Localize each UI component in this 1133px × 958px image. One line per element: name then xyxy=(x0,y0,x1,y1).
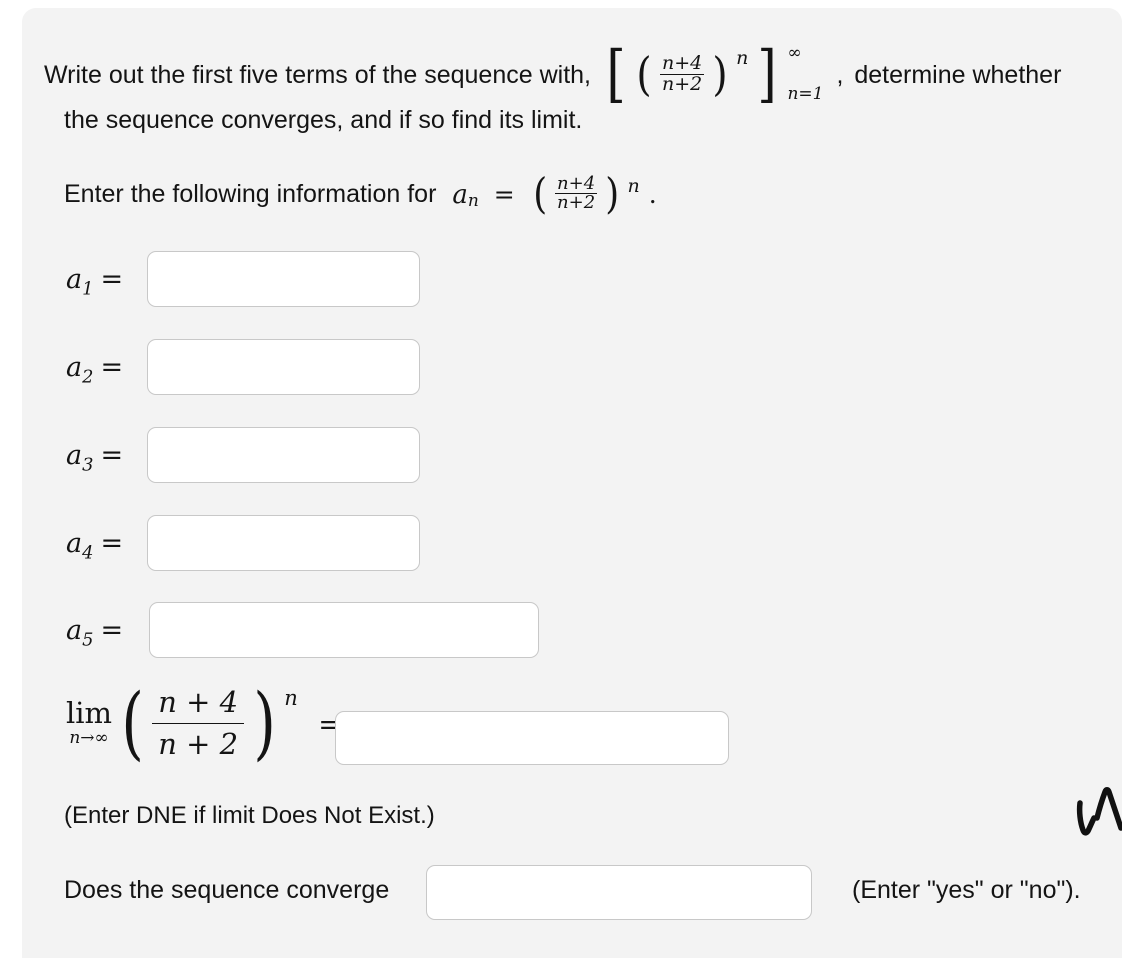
sequence-expression: [ ( n+4 n+2 ) n ] ∞ n=1 xyxy=(604,36,823,110)
a5-symbol: a xyxy=(66,615,83,646)
annotation-icon xyxy=(1076,787,1122,836)
problem-statement-line-1: Write out the first five terms of the se… xyxy=(44,36,1122,110)
a3-input[interactable] xyxy=(147,427,420,483)
instruction-line: Enter the following information for an =… xyxy=(64,168,1064,224)
a2-index: 2 xyxy=(82,366,94,388)
a3-index: 3 xyxy=(82,454,94,476)
limit-fraction: n + 4 n + 2 xyxy=(152,684,245,763)
an-period: . xyxy=(648,180,657,210)
an-open-paren: ( xyxy=(532,168,547,218)
lower-limit: n=1 xyxy=(787,84,824,104)
an-numerator: n+4 xyxy=(557,173,596,194)
open-bracket: [ xyxy=(606,36,626,110)
answer-row-a4: a4 = xyxy=(22,515,1122,571)
answer-row-a5: a5 = xyxy=(22,602,1122,658)
sequence-limits: ∞ n=1 xyxy=(787,45,823,103)
lim-text: lim xyxy=(66,696,113,731)
lim-under: n→∞ xyxy=(69,728,109,749)
answer-row-a3: a3 = xyxy=(22,427,1122,483)
dne-note: (Enter DNE if limit Does Not Exist.) xyxy=(64,802,435,829)
a5-input[interactable] xyxy=(149,602,539,658)
a4-symbol: a xyxy=(66,528,83,559)
answer-row-a1: a1 = xyxy=(22,251,1122,307)
a2-equals: = xyxy=(100,352,124,383)
an-equals: = xyxy=(493,180,515,210)
limit-open-paren: ( xyxy=(120,676,144,770)
a1-equals: = xyxy=(100,264,124,295)
fraction-numerator: n+4 xyxy=(662,52,703,75)
open-paren: ( xyxy=(636,46,652,101)
instruction-prefix: Enter the following information for xyxy=(64,180,437,209)
problem-statement-line-2: the sequence converges, and if so find i… xyxy=(64,106,583,134)
limit-expression-row: lim n→∞ ( n + 4 n + 2 ) n = xyxy=(66,676,356,770)
a4-input[interactable] xyxy=(147,515,420,571)
a2-symbol: a xyxy=(66,352,83,383)
answer-label-a2: a2 = xyxy=(66,352,123,387)
limit-close-paren: ) xyxy=(252,676,276,770)
a4-index: 4 xyxy=(82,542,94,564)
an-fraction: n+4 n+2 xyxy=(555,173,598,214)
answer-label-a1: a1 = xyxy=(66,264,123,299)
a3-symbol: a xyxy=(66,440,83,471)
exercise-content: Write out the first five terms of the se… xyxy=(22,8,1122,958)
an-close-paren: ) xyxy=(605,168,620,218)
upper-limit: ∞ xyxy=(787,43,802,63)
a5-index: 5 xyxy=(82,629,94,651)
answer-label-a5: a5 = xyxy=(66,615,123,650)
statement-text-part-2: determine whether xyxy=(854,60,1062,89)
yes-no-hint: (Enter "yes" or "no"). xyxy=(852,876,1081,904)
an-symbol: a xyxy=(452,179,468,210)
an-exponent: n xyxy=(627,175,640,197)
a1-input[interactable] xyxy=(147,251,420,307)
limit-operator: lim n→∞ xyxy=(66,699,112,748)
statement-text-part-1: Write out the first five terms of the se… xyxy=(44,60,591,89)
statement-comma: , xyxy=(836,60,844,89)
limit-exponent: n xyxy=(284,686,298,710)
a1-symbol: a xyxy=(66,264,83,295)
a3-equals: = xyxy=(100,440,124,471)
limit-numerator: n + 4 xyxy=(158,685,239,719)
converge-question-label: Does the sequence converge xyxy=(64,876,390,904)
an-denominator: n+2 xyxy=(555,192,598,214)
sequence-exponent: n xyxy=(736,47,749,69)
answer-label-a4: a4 = xyxy=(66,528,123,563)
converge-answer-input[interactable] xyxy=(426,865,812,920)
limit-answer-input[interactable] xyxy=(335,711,729,765)
a1-index: 1 xyxy=(82,278,94,300)
close-paren: ) xyxy=(712,46,728,101)
sequence-fraction: n+4 n+2 xyxy=(660,52,705,95)
hand-drawn-check-mark-annotation xyxy=(1058,776,1122,856)
answer-label-a3: a3 = xyxy=(66,440,123,475)
fraction-denominator: n+2 xyxy=(660,72,705,95)
close-bracket: ] xyxy=(757,36,778,110)
a4-equals: = xyxy=(100,528,124,559)
an-subscript: n xyxy=(467,191,479,212)
a5-equals: = xyxy=(100,615,124,646)
answer-row-a2: a2 = xyxy=(22,339,1122,395)
exercise-card: Write out the first five terms of the se… xyxy=(22,8,1122,958)
a2-input[interactable] xyxy=(147,339,420,395)
an-expression: ( n+4 n+2 ) n xyxy=(532,168,640,218)
limit-denominator: n + 2 xyxy=(152,723,245,763)
